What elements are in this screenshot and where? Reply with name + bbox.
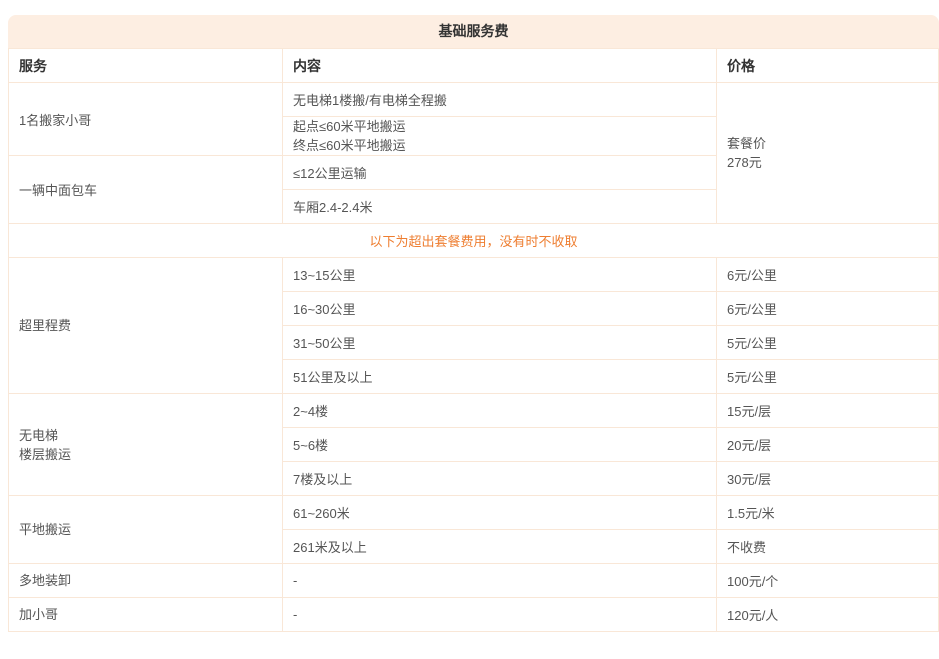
content-line: 终点≤60米平地搬运: [293, 136, 706, 155]
price-cell: 5元/公里: [717, 326, 939, 360]
package-price-cell: 套餐价 278元: [717, 83, 939, 224]
content-cell: 51公里及以上: [283, 360, 717, 394]
content-cell: 16~30公里: [283, 292, 717, 326]
service-cell-van: 一辆中面包车: [9, 156, 283, 224]
table-row: 无电梯 楼层搬运 2~4楼 15元/层: [9, 394, 939, 428]
content-line: 起点≤60米平地搬运: [293, 117, 706, 136]
price-cell: 不收费: [717, 530, 939, 564]
notice-text: 以下为超出套餐费用，没有时不收取: [9, 224, 939, 258]
price-cell: 20元/层: [717, 428, 939, 462]
service-line: 超里程费: [19, 316, 272, 335]
content-cell: 61~260米: [283, 496, 717, 530]
service-cell-extra-mover: 加小哥: [9, 598, 283, 632]
table-row: 1名搬家小哥 无电梯1楼搬/有电梯全程搬 套餐价 278元: [9, 83, 939, 117]
column-header-service: 服务: [9, 49, 283, 83]
table-row: 超里程费 13~15公里 6元/公里: [9, 258, 939, 292]
content-cell: -: [283, 598, 717, 632]
content-cell: 13~15公里: [283, 258, 717, 292]
price-cell: 1.5元/米: [717, 496, 939, 530]
pricing-panel: 基础服务费 服务 内容 价格 1名搬家小哥 无电梯1楼搬/有电梯全程搬 套餐价 …: [8, 15, 939, 632]
header-row: 服务 内容 价格: [9, 49, 939, 83]
table-title: 基础服务费: [8, 15, 939, 48]
content-cell: 31~50公里: [283, 326, 717, 360]
content-cell: 无电梯1楼搬/有电梯全程搬: [283, 83, 717, 117]
content-cell: 起点≤60米平地搬运 终点≤60米平地搬运: [283, 117, 717, 156]
package-price-label: 套餐价: [727, 134, 928, 153]
table-row: 多地装卸 - 100元/个: [9, 564, 939, 598]
notice-row: 以下为超出套餐费用，没有时不收取: [9, 224, 939, 258]
price-cell: 120元/人: [717, 598, 939, 632]
content-cell: 车厢2.4-2.4米: [283, 190, 717, 224]
content-cell: 261米及以上: [283, 530, 717, 564]
service-cell-multiload: 多地装卸: [9, 564, 283, 598]
service-line: 楼层搬运: [19, 445, 272, 464]
service-cell-flat: 平地搬运: [9, 496, 283, 564]
table-row: 加小哥 - 120元/人: [9, 598, 939, 632]
price-cell: 15元/层: [717, 394, 939, 428]
content-cell: 5~6楼: [283, 428, 717, 462]
service-line: 多地装卸: [19, 571, 272, 590]
content-cell: 7楼及以上: [283, 462, 717, 496]
service-line: 加小哥: [19, 605, 272, 624]
price-cell: 100元/个: [717, 564, 939, 598]
price-cell: 6元/公里: [717, 258, 939, 292]
content-cell: 2~4楼: [283, 394, 717, 428]
service-line: 无电梯: [19, 426, 272, 445]
service-cell-floors: 无电梯 楼层搬运: [9, 394, 283, 496]
price-cell: 5元/公里: [717, 360, 939, 394]
table-row: 平地搬运 61~260米 1.5元/米: [9, 496, 939, 530]
package-price-value: 278元: [727, 153, 928, 172]
pricing-table: 服务 内容 价格 1名搬家小哥 无电梯1楼搬/有电梯全程搬 套餐价 278元 起…: [8, 48, 939, 632]
service-cell-mileage: 超里程费: [9, 258, 283, 394]
service-line: 平地搬运: [19, 520, 272, 539]
column-header-price: 价格: [717, 49, 939, 83]
price-cell: 30元/层: [717, 462, 939, 496]
service-cell-movers: 1名搬家小哥: [9, 83, 283, 156]
content-cell: ≤12公里运输: [283, 156, 717, 190]
content-cell: -: [283, 564, 717, 598]
price-cell: 6元/公里: [717, 292, 939, 326]
column-header-content: 内容: [283, 49, 717, 83]
